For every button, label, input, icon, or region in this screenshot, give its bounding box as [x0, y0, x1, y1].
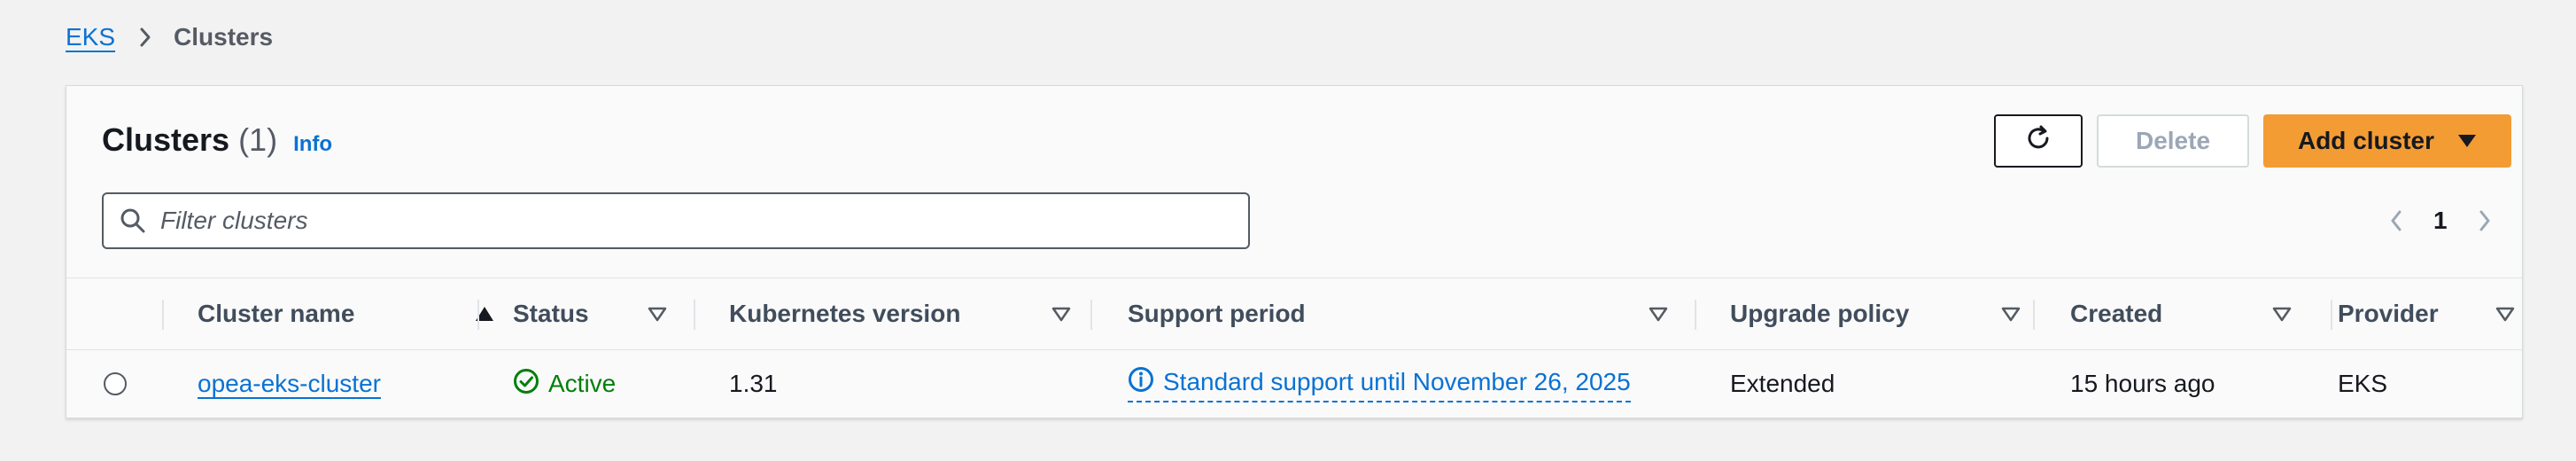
filter-clusters-input[interactable]: [159, 206, 1207, 236]
info-icon: [1128, 366, 1163, 399]
breadcrumb: EKS Clusters: [66, 20, 273, 55]
column-header-cluster-name[interactable]: Cluster name: [198, 278, 506, 349]
cluster-name-link[interactable]: opea-eks-cluster: [198, 370, 381, 398]
column-header-created[interactable]: Created: [2070, 278, 2345, 349]
support-period-popover[interactable]: Standard support until November 26, 2025: [1128, 366, 1631, 402]
cluster-count: (1): [238, 121, 278, 158]
cluster-name-cell: opea-eks-cluster: [198, 348, 381, 419]
current-page-number[interactable]: 1: [2433, 207, 2448, 235]
chevron-right-icon: [138, 27, 152, 48]
row-select-cell: [104, 348, 127, 419]
add-cluster-button[interactable]: Add cluster: [2263, 114, 2511, 168]
sort-icon: [1051, 306, 1071, 322]
column-label: Support period: [1128, 300, 1306, 327]
column-divider: [694, 300, 695, 330]
support-period-cell: Standard support until November 26, 2025: [1128, 348, 1631, 419]
delete-button-label: Delete: [2135, 127, 2211, 154]
info-link[interactable]: Info: [293, 132, 332, 157]
column-divider: [2331, 300, 2332, 330]
breadcrumb-current: Clusters: [174, 23, 274, 51]
pagination: 1: [2378, 199, 2502, 242]
add-cluster-label: Add cluster: [2297, 127, 2435, 154]
column-divider: [1090, 300, 1092, 330]
check-circle-icon: [513, 368, 548, 401]
provider-value: EKS: [2338, 370, 2388, 397]
clusters-panel: Clusters (1) Info Delete Add cluster 1: [66, 85, 2523, 418]
chevron-left-icon[interactable]: [2378, 208, 2414, 233]
column-label: Created: [2070, 300, 2163, 327]
sort-icon: [2001, 306, 2021, 322]
column-divider: [2033, 300, 2035, 330]
filter-clusters-field[interactable]: [102, 192, 1250, 249]
column-label: Kubernetes version: [729, 300, 961, 327]
column-label: Provider: [2338, 300, 2439, 327]
row-select-radio[interactable]: [104, 372, 127, 395]
status-text: Active: [548, 370, 617, 397]
created-cell: 15 hours ago: [2070, 348, 2215, 419]
caret-down-icon: [2457, 134, 2477, 148]
column-divider: [162, 300, 164, 330]
page-title: Clusters: [102, 121, 230, 158]
delete-button[interactable]: Delete: [2097, 114, 2249, 168]
sort-icon: [2272, 306, 2292, 322]
column-label: Cluster name: [198, 300, 355, 327]
upgrade-policy-value: Extended: [1730, 370, 1835, 397]
column-label: Status: [513, 300, 589, 327]
sort-icon: [648, 306, 667, 322]
created-value: 15 hours ago: [2070, 370, 2215, 397]
column-divider: [1695, 300, 1696, 330]
refresh-icon: [2023, 123, 2053, 160]
table-header: Cluster name Status Kubernetes version S…: [66, 277, 2522, 350]
table-row: opea-eks-cluster Active 1.31 Standard su…: [66, 348, 2522, 419]
column-header-provider[interactable]: Provider: [2338, 278, 2524, 349]
upgrade-policy-cell: Extended: [1730, 348, 1835, 419]
kubernetes-version-value: 1.31: [729, 370, 778, 397]
column-header-support-period[interactable]: Support period: [1128, 278, 1748, 349]
breadcrumb-link-eks[interactable]: EKS: [66, 23, 115, 51]
column-divider: [477, 300, 479, 330]
column-header-upgrade-policy[interactable]: Upgrade policy: [1730, 278, 2067, 349]
refresh-button[interactable]: [1994, 114, 2083, 168]
provider-cell: EKS: [2338, 348, 2387, 419]
kubernetes-version-cell: 1.31: [729, 348, 778, 419]
support-period-text: Standard support until November 26, 2025: [1163, 368, 1631, 395]
search-icon: [120, 207, 146, 234]
column-header-status[interactable]: Status: [513, 278, 690, 349]
chevron-right-icon[interactable]: [2467, 208, 2502, 233]
column-header-kubernetes-version[interactable]: Kubernetes version: [729, 278, 1112, 349]
sort-icon: [1649, 306, 1668, 322]
column-label: Upgrade policy: [1730, 300, 1910, 327]
status-cell: Active: [513, 348, 616, 419]
sort-icon: [2495, 306, 2515, 322]
panel-header: Clusters (1) Info: [102, 121, 332, 159]
